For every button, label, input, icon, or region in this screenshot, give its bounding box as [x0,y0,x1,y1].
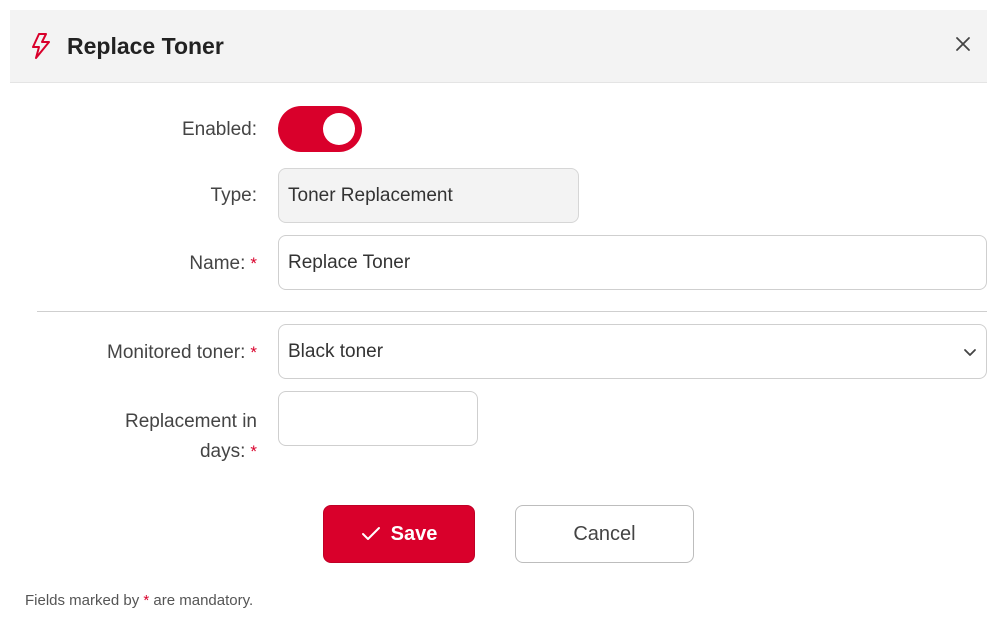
enabled-toggle[interactable] [278,106,362,152]
mandatory-fields-note: Fields marked by * are mandatory. [25,592,253,609]
save-button-label: Save [390,522,438,545]
note-prefix: Fields marked by [25,592,140,609]
name-value: Replace Toner [288,251,411,273]
monitored-toner-select[interactable]: Black toner [278,324,987,379]
lightning-icon [32,33,50,59]
type-label-text: Type: [210,185,257,206]
required-marker: * [250,254,257,273]
checkmark-icon [361,527,380,540]
enabled-label: Enabled: [182,118,257,142]
dialog-header: Replace Toner [10,10,987,83]
replacement-days-input[interactable] [278,391,478,446]
save-button[interactable]: Save [323,505,475,563]
chevron-down-icon [964,348,976,356]
monitored-toner-label-text: Monitored toner: [107,342,246,363]
type-label: Type: [211,184,257,208]
toggle-knob [323,113,355,145]
note-suffix: are mandatory. [153,592,254,609]
cancel-button-label: Cancel [573,522,636,545]
replacement-days-label-line2: days: [199,441,246,462]
dialog-title: Replace Toner [67,33,224,59]
monitored-toner-value: Black toner [288,340,384,362]
section-divider [37,311,987,312]
enabled-label-text: Enabled: [181,119,257,140]
name-label-text: Name: [189,253,246,274]
replace-toner-dialog: Replace Toner Enabled: Type: Toner Repla… [0,0,987,628]
name-input[interactable]: Replace Toner [278,235,987,290]
type-value: Toner Replacement [288,184,453,206]
type-field: Toner Replacement [278,168,579,223]
cancel-button[interactable]: Cancel [515,505,694,563]
close-button[interactable] [949,30,977,58]
close-icon [956,37,970,51]
required-marker: * [250,442,257,461]
replacement-days-label: Replacement in days: * [125,407,257,467]
replacement-days-label-line1: Replacement in [124,411,257,432]
name-label: Name: * [189,252,257,276]
top-strip [0,0,987,10]
monitored-toner-label: Monitored toner: * [107,341,257,365]
required-marker: * [250,343,257,362]
note-star: * [143,592,150,609]
